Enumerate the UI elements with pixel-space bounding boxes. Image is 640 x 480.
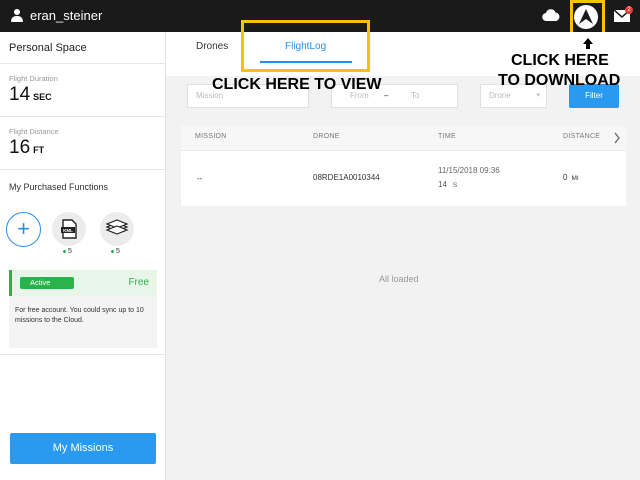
download-highlight-box <box>570 0 605 36</box>
flight-distance-label: Flight Distance <box>9 127 59 136</box>
download-annotation-line1: CLICK HERE <box>511 52 609 69</box>
user-menu[interactable]: eran_steiner <box>10 8 102 23</box>
column-time[interactable]: TIME <box>438 133 456 140</box>
mail-count-badge: 2 <box>625 6 633 14</box>
sidebar: Personal Space Flight Duration 14 SEC Fli… <box>0 32 166 480</box>
green-dot-icon <box>63 249 66 253</box>
chevron-right-icon[interactable] <box>613 132 621 144</box>
cell-distance: 0 MI <box>563 173 579 182</box>
flightlog-highlight-box <box>241 20 370 72</box>
list-footer: All loaded <box>379 274 419 284</box>
column-drone[interactable]: DRONE <box>313 133 340 140</box>
drone-placeholder: Drone <box>489 91 511 100</box>
arrow-stem <box>586 43 590 49</box>
divider <box>0 116 166 117</box>
cell-drone: 08RDE1A0010344 <box>313 173 380 182</box>
svg-text:KML: KML <box>63 228 73 233</box>
flight-distance-unit: FT <box>33 145 45 155</box>
add-function-button[interactable]: + <box>6 212 41 247</box>
flight-duration-label: Flight Duration <box>9 74 58 83</box>
flight-duration-unit: SEC <box>33 92 52 102</box>
user-icon <box>10 8 24 23</box>
username: eran_steiner <box>30 8 103 23</box>
green-dot-icon <box>111 249 114 253</box>
purchased-functions-title: My Purchased Functions <box>9 182 109 192</box>
status-badge: Active <box>20 277 74 289</box>
tab-drones[interactable]: Drones <box>196 41 228 52</box>
view-annotation: CLICK HERE TO VIEW <box>212 76 382 93</box>
kml-icon: KML <box>61 219 77 239</box>
my-missions-button[interactable]: My Missions <box>10 433 156 464</box>
plan-tier: Free <box>128 277 149 288</box>
cloud-icon[interactable] <box>542 8 560 22</box>
download-annotation-line2: TO DOWNLOAD <box>498 72 621 89</box>
kml-function[interactable]: KML <box>52 212 86 246</box>
sidebar-title: Personal Space <box>9 42 87 54</box>
flight-distance-value: 16 FT <box>9 137 45 158</box>
cell-mission: -- <box>197 174 203 183</box>
table-header: MISSION DRONE TIME DISTANCE <box>181 126 626 150</box>
divider <box>0 169 166 170</box>
cell-time-date: 11/15/2018 09:36 <box>438 166 500 175</box>
column-distance[interactable]: DISTANCE <box>563 133 600 140</box>
date-separator: – <box>384 91 389 100</box>
flight-duration-value: 14 SEC <box>9 84 52 105</box>
divider <box>0 354 166 355</box>
layers-function[interactable] <box>100 212 134 246</box>
column-mission[interactable]: MISSION <box>195 133 227 140</box>
layers-count: 5 <box>111 248 120 255</box>
plan-description: For free account. You could sync up to 1… <box>15 307 144 324</box>
cell-time-duration: 14 S <box>438 180 458 189</box>
plan-header: Active Free <box>9 270 157 296</box>
to-placeholder: To <box>411 91 420 100</box>
plan-card: Active Free For free account. You could … <box>9 270 157 348</box>
table-row[interactable]: -- 08RDE1A0010344 11/15/2018 09:36 14 S 0… <box>181 150 626 206</box>
divider <box>0 63 166 64</box>
kml-count: 5 <box>63 248 72 255</box>
layers-icon <box>105 219 129 235</box>
